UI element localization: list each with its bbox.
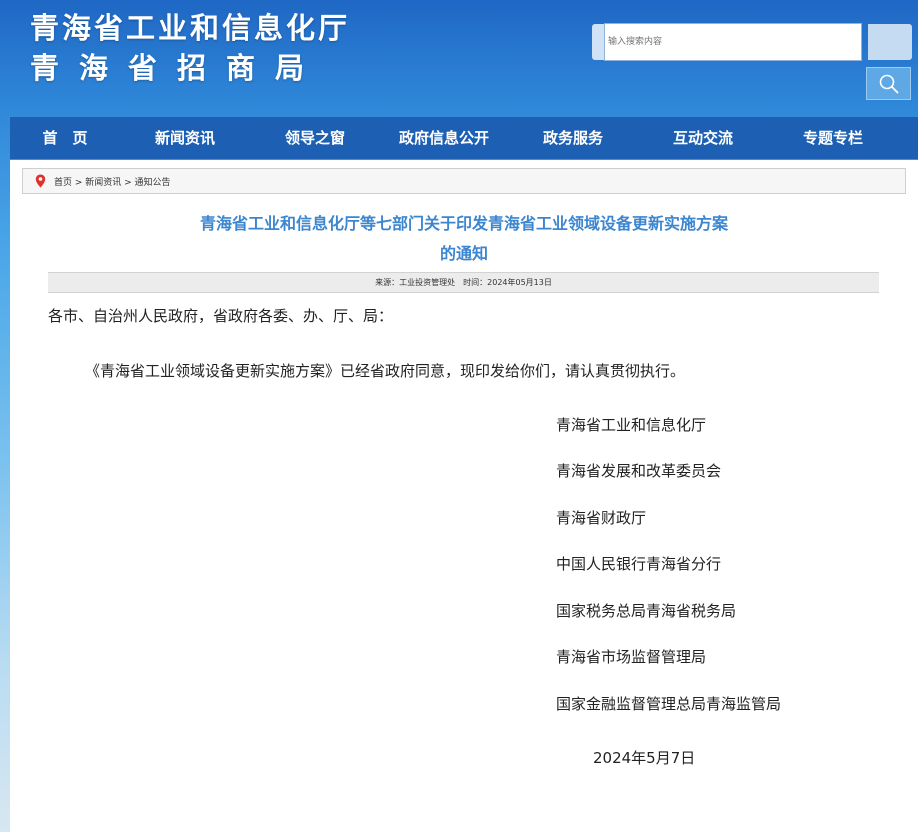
nav-leaders[interactable]: 领导之窗 — [250, 117, 380, 159]
search-input[interactable] — [604, 23, 862, 61]
signatory: 青海省发展和改革委员会 — [556, 462, 722, 480]
location-pin-icon — [35, 174, 46, 188]
nav-gov-info[interactable]: 政府信息公开 — [380, 117, 508, 159]
body-paragraph: 《青海省工业领域设备更新实施方案》已经省政府同意，现印发给你们，请认真贯彻执行。 — [85, 362, 686, 380]
site-header: 青海省工业和信息化厅 青海省招商局 — [0, 0, 918, 116]
article-title-line2: 的通知 — [439, 244, 488, 263]
article-title: 青海省工业和信息化厅等七部门关于印发青海省工业领域设备更新实施方案 — [199, 214, 728, 233]
signatory: 中国人民银行青海省分行 — [556, 555, 722, 573]
search-button[interactable] — [866, 67, 911, 100]
nav-home[interactable]: 首 页 — [10, 117, 120, 159]
nav-interaction[interactable]: 互动交流 — [638, 117, 768, 159]
signatory: 青海省财政厅 — [556, 509, 647, 527]
issue-date: 2024年5月7日 — [593, 749, 696, 767]
site-subtitle: 青海省招商局 — [30, 51, 325, 85]
main-nav: 首 页 新闻资讯 领导之窗 政府信息公开 政务服务 互动交流 专题专栏 — [10, 117, 918, 159]
search-box — [592, 22, 912, 62]
breadcrumb-text[interactable]: 首页 > 新闻资讯 > 通知公告 — [54, 175, 171, 188]
breadcrumb: 首页 > 新闻资讯 > 通知公告 — [22, 168, 906, 194]
signatory: 青海省工业和信息化厅 — [556, 416, 707, 434]
signatory: 青海省市场监督管理局 — [556, 648, 707, 666]
site-title: 青海省工业和信息化厅 — [30, 11, 351, 45]
article-meta: 来源：工业投资管理处 时间：2024年05月13日 — [48, 272, 879, 293]
nav-services[interactable]: 政务服务 — [508, 117, 638, 159]
nav-news[interactable]: 新闻资讯 — [120, 117, 250, 159]
salutation: 各市、自治州人民政府，省政府各委、办、厅、局： — [48, 307, 394, 325]
nav-special-topics[interactable]: 专题专栏 — [768, 117, 898, 159]
signatory: 国家税务总局青海省税务局 — [556, 602, 737, 620]
search-icon — [879, 74, 898, 93]
signatory: 国家金融监督管理总局青海监管局 — [556, 695, 782, 713]
main-content: 首页 > 新闻资讯 > 通知公告 青海省工业和信息化厅等七部门关于印发青海省工业… — [10, 160, 918, 832]
